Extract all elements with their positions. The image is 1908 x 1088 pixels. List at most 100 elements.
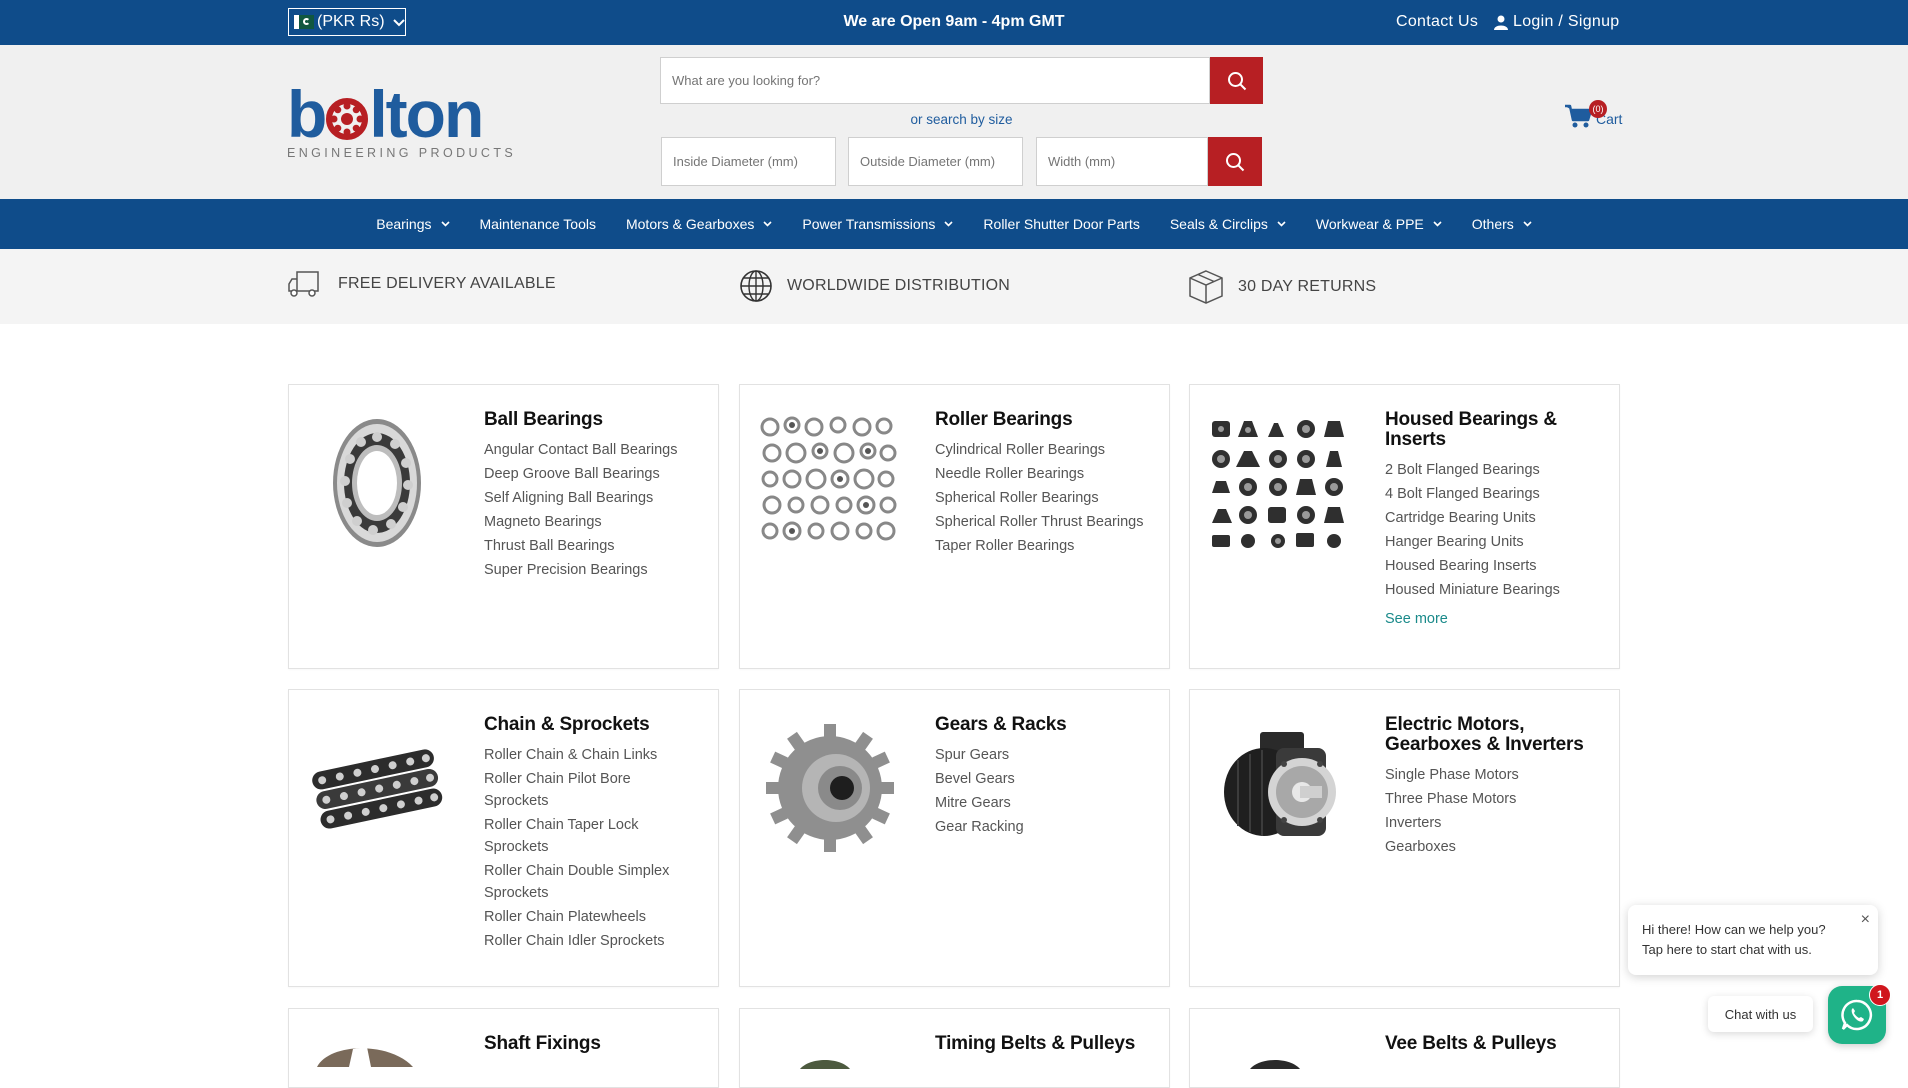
ball-bearing-image <box>333 419 421 547</box>
category-card-ball-bearings[interactable]: Ball Bearings Angular Contact Ball Beari… <box>288 384 719 669</box>
category-card-timing-belts[interactable]: Timing Belts & Pulleys <box>739 1008 1170 1088</box>
nav-item-roller-shutter-door-parts[interactable]: Roller Shutter Door Parts <box>983 216 1139 232</box>
subcategory-link[interactable]: Hanger Bearing Units <box>1385 531 1599 553</box>
bolton-logo[interactable]: b lton ENGINEERING PRODUCTS <box>287 77 516 160</box>
subcategory-link[interactable]: Three Phase Motors <box>1385 788 1599 810</box>
category-card-gears-racks[interactable]: Gears & Racks Spur Gears Bevel Gears Mit… <box>739 689 1170 987</box>
category-title[interactable]: Shaft Fixings <box>484 1034 698 1054</box>
feature-returns-label: 30 DAY RETURNS <box>1238 278 1377 295</box>
feature-returns: 30 DAY RETURNS <box>1188 269 1376 305</box>
chevron-down-icon <box>763 219 772 230</box>
subcategory-link[interactable]: Single Phase Motors <box>1385 764 1599 786</box>
search-button[interactable] <box>1210 57 1263 104</box>
chat-with-us-label[interactable]: Chat with us <box>1708 996 1813 1032</box>
category-card-chain-sprockets[interactable]: Chain & Sprockets Roller Chain & Chain L… <box>288 689 719 987</box>
subcategory-link[interactable]: Cartridge Bearing Units <box>1385 507 1599 529</box>
chevron-down-icon <box>944 219 953 230</box>
subcategory-link[interactable]: 4 Bolt Flanged Bearings <box>1385 483 1599 505</box>
subcategory-link[interactable]: Roller Chain Platewheels <box>484 906 698 928</box>
category-title[interactable]: Chain & Sprockets <box>484 715 698 735</box>
search-input[interactable] <box>660 57 1210 104</box>
vee-belt-image <box>1250 1060 1300 1069</box>
chevron-down-icon <box>1523 219 1532 230</box>
subcategory-link[interactable]: Gearboxes <box>1385 836 1599 858</box>
login-signup-link[interactable]: Login / Signup <box>1494 13 1620 31</box>
nav-item-seals-circlips[interactable]: Seals & Circlips <box>1170 216 1286 232</box>
category-title[interactable]: Gears & Racks <box>935 715 1149 735</box>
contact-us-link[interactable]: Contact Us <box>1396 13 1478 31</box>
search-icon <box>1227 71 1246 90</box>
nav-item-bearings[interactable]: Bearings <box>376 216 450 232</box>
subcategory-link[interactable]: Roller Chain Idler Sprockets <box>484 930 698 952</box>
category-card-electric-motors[interactable]: Electric Motors, Gearboxes & Inverters S… <box>1189 689 1620 987</box>
subcategory-link[interactable]: Thrust Ball Bearings <box>484 535 698 557</box>
chat-greeting-line2: Tap here to start chat with us. <box>1642 942 1812 957</box>
see-more-link[interactable]: See more <box>1385 611 1599 627</box>
size-search-button[interactable] <box>1208 137 1262 186</box>
main-navigation: Bearings Maintenance Tools Motors & Gear… <box>0 199 1908 249</box>
subcategory-link[interactable]: 2 Bolt Flanged Bearings <box>1385 459 1599 481</box>
outside-diameter-input[interactable] <box>848 137 1023 186</box>
subcategory-link[interactable]: Roller Chain & Chain Links <box>484 744 698 766</box>
nav-item-motors-gearboxes[interactable]: Motors & Gearboxes <box>626 216 772 232</box>
chevron-down-icon <box>1277 219 1286 230</box>
width-input[interactable] <box>1036 137 1208 186</box>
subcategory-link[interactable]: Housed Miniature Bearings <box>1385 579 1599 601</box>
feature-worldwide-label: WORLDWIDE DISTRIBUTION <box>787 277 1011 294</box>
chat-greeting-popup[interactable]: Hi there! How can we help you? Tap here … <box>1628 905 1878 975</box>
category-title[interactable]: Electric Motors, Gearboxes & Inverters <box>1385 715 1599 755</box>
chevron-down-icon <box>1433 219 1442 230</box>
subcategory-link[interactable]: Spur Gears <box>935 744 1149 766</box>
category-card-vee-belts[interactable]: Vee Belts & Pulleys <box>1189 1008 1620 1088</box>
subcategory-link[interactable]: Roller Chain Pilot Bore Sprockets <box>484 768 698 812</box>
nav-item-workwear-ppe[interactable]: Workwear & PPE <box>1316 216 1442 232</box>
category-card-roller-bearings[interactable]: Roller Bearings Cylindrical Roller Beari… <box>739 384 1170 669</box>
nav-item-maintenance-tools[interactable]: Maintenance Tools <box>480 216 596 232</box>
subcategory-link[interactable]: Cylindrical Roller Bearings <box>935 439 1149 461</box>
roller-chain-image <box>312 749 443 829</box>
nav-item-others[interactable]: Others <box>1472 216 1532 232</box>
search-by-size-link[interactable]: or search by size <box>660 112 1263 127</box>
category-title[interactable]: Timing Belts & Pulleys <box>935 1034 1149 1054</box>
nav-label: Motors & Gearboxes <box>625 216 755 232</box>
category-title[interactable]: Vee Belts & Pulleys <box>1385 1034 1599 1054</box>
nav-label: Power Transmissions <box>802 216 936 232</box>
subcategory-link[interactable]: Deep Groove Ball Bearings <box>484 463 698 485</box>
search-bar <box>660 57 1263 104</box>
subcategory-link[interactable]: Magneto Bearings <box>484 511 698 533</box>
subcategory-link[interactable]: Spherical Roller Bearings <box>935 487 1149 509</box>
category-card-shaft-fixings[interactable]: Shaft Fixings <box>288 1008 719 1088</box>
inside-diameter-input[interactable] <box>661 137 836 186</box>
category-card-housed-bearings[interactable]: Housed Bearings & Inserts 2 Bolt Flanged… <box>1189 384 1620 669</box>
size-search-fields <box>660 137 1263 186</box>
subcategory-link[interactable]: Roller Chain Taper Lock Sprockets <box>484 814 698 858</box>
subcategory-link[interactable]: Super Precision Bearings <box>484 559 698 581</box>
category-title[interactable]: Ball Bearings <box>484 410 698 430</box>
chat-greeting-line1: Hi there! How can we help you? <box>1642 922 1826 937</box>
feature-delivery-label: FREE DELIVERY AVAILABLE <box>338 275 556 292</box>
subcategory-link[interactable]: Housed Bearing Inserts <box>1385 555 1599 577</box>
subcategory-link[interactable]: Mitre Gears <box>935 792 1149 814</box>
category-title[interactable]: Housed Bearings & Inserts <box>1385 410 1599 450</box>
category-title[interactable]: Roller Bearings <box>935 410 1149 430</box>
close-icon[interactable]: × <box>1861 910 1870 930</box>
subcategory-link[interactable]: Roller Chain Double Simplex Sprockets <box>484 860 698 904</box>
subcategory-link[interactable]: Inverters <box>1385 812 1599 834</box>
box-icon <box>1189 270 1223 304</box>
logo-wordmark: b lton <box>287 77 484 151</box>
user-icon <box>1494 15 1508 30</box>
nav-label: Maintenance Tools <box>479 216 596 232</box>
nav-item-power-transmissions[interactable]: Power Transmissions <box>802 216 953 232</box>
feature-worldwide: WORLDWIDE DISTRIBUTION <box>739 269 1010 303</box>
subcategory-link[interactable]: Taper Roller Bearings <box>935 535 1149 557</box>
shopping-cart-icon <box>1565 104 1592 128</box>
subcategory-link[interactable]: Bevel Gears <box>935 768 1149 790</box>
cart-button[interactable]: (0) Cart <box>1564 100 1622 129</box>
subcategory-link[interactable]: Self Aligning Ball Bearings <box>484 487 698 509</box>
search-icon <box>1226 152 1245 171</box>
chat-unread-badge: 1 <box>1869 984 1891 1006</box>
subcategory-link[interactable]: Needle Roller Bearings <box>935 463 1149 485</box>
subcategory-link[interactable]: Spherical Roller Thrust Bearings <box>935 511 1149 533</box>
subcategory-link[interactable]: Gear Racking <box>935 816 1149 838</box>
subcategory-link[interactable]: Angular Contact Ball Bearings <box>484 439 698 461</box>
